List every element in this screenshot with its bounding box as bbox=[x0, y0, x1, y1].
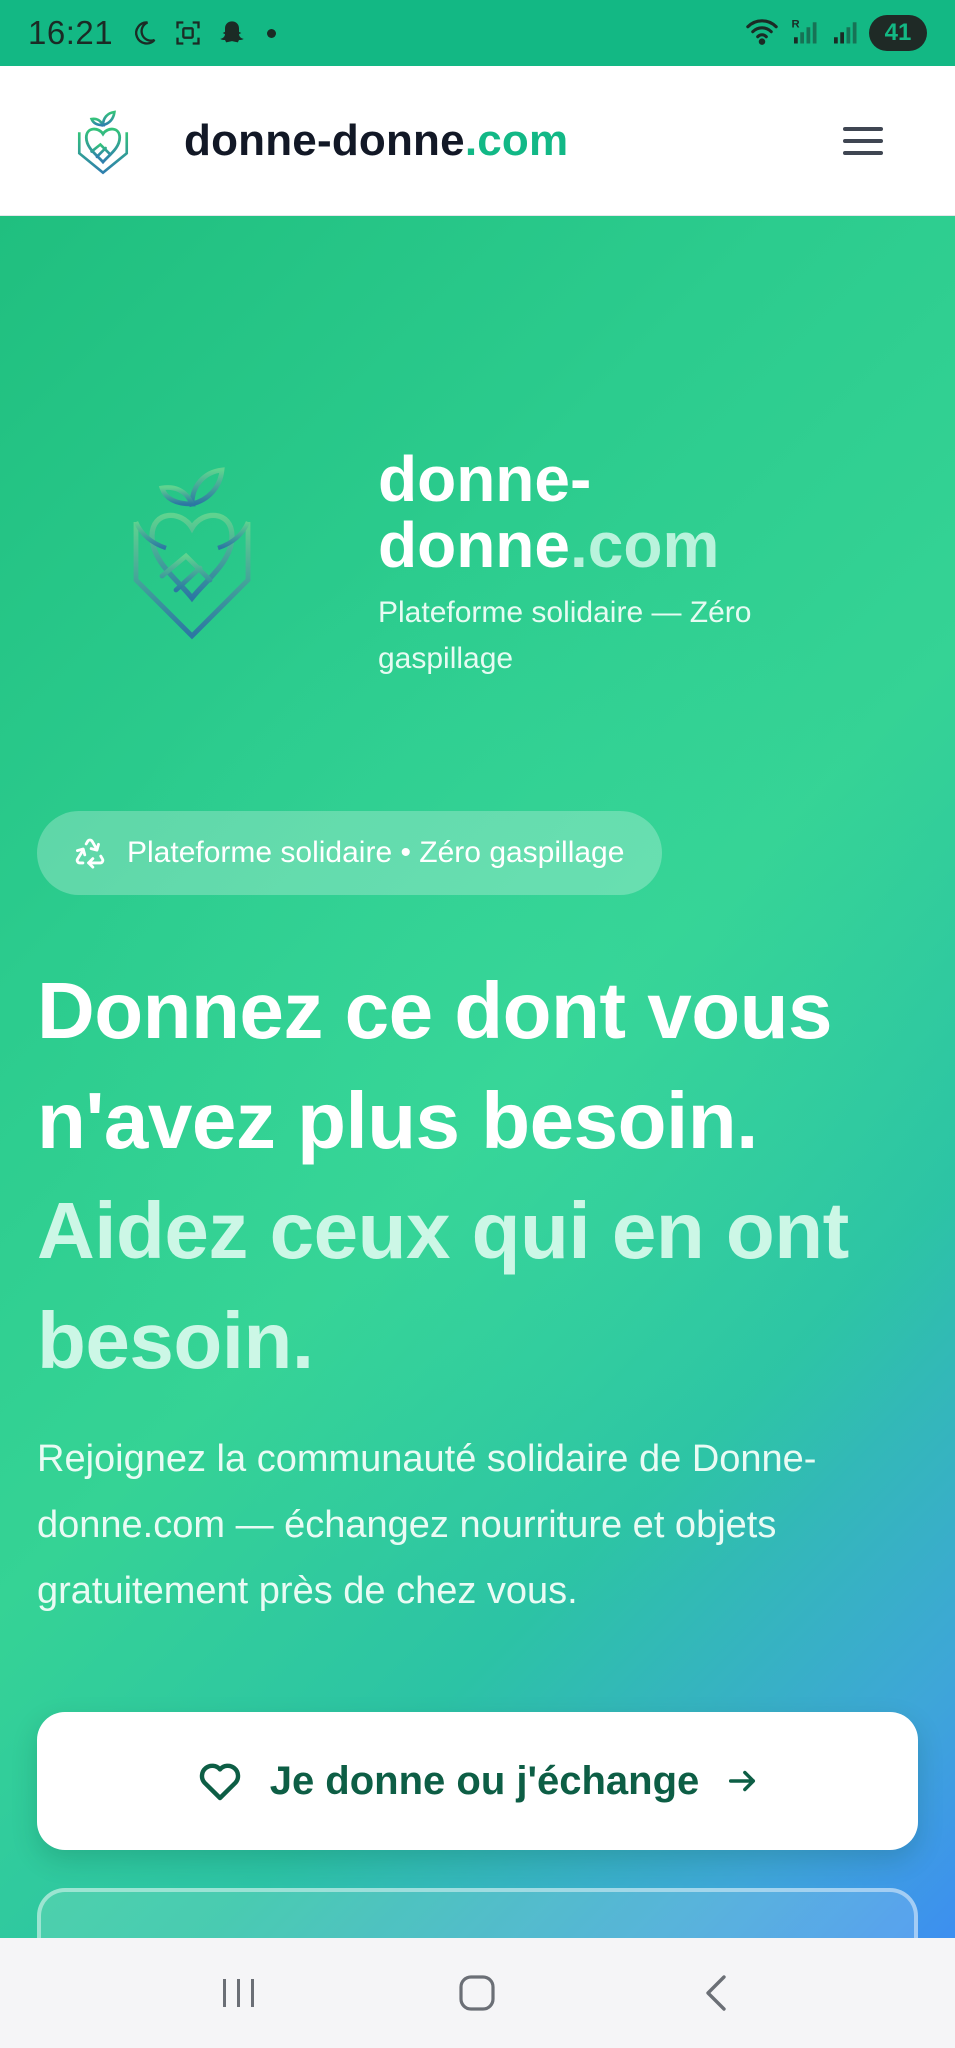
hero-brand-subtitle: Plateforme solidaire — Zéro gaspillage bbox=[378, 596, 752, 675]
recent-apps-icon[interactable] bbox=[199, 1953, 279, 2033]
status-right-icons: R 41 bbox=[745, 15, 927, 51]
tagline-pill: Plateforme solidaire • Zéro gaspillage bbox=[37, 811, 663, 895]
hero-headline: Donnez ce dont vous n'avez plus besoin. … bbox=[37, 956, 937, 1396]
status-time: 16:21 bbox=[28, 14, 114, 51]
recycle-icon bbox=[75, 838, 105, 869]
hero-logo-icon bbox=[133, 467, 251, 640]
screenshot-icon bbox=[173, 18, 203, 48]
hero-lead: Rejoignez la communauté solidaire de Don… bbox=[37, 1438, 817, 1612]
svg-text:R: R bbox=[792, 18, 800, 30]
status-left-icons bbox=[129, 18, 277, 48]
hero-brand-text: donne- donne.com Plateforme solidaire — … bbox=[378, 446, 878, 682]
cta-label: Je donne ou j'échange bbox=[269, 1758, 700, 1803]
arrow-right-icon bbox=[729, 1770, 756, 1792]
battery-icon: 41 bbox=[869, 15, 927, 51]
brand-name-main: donne-donne bbox=[184, 115, 465, 165]
hero-brand-block: donne- donne.com Plateforme solidaire — … bbox=[0, 446, 955, 706]
tagline-text: Plateforme solidaire • Zéro gaspillage bbox=[127, 836, 625, 869]
snapchat-icon bbox=[217, 18, 247, 48]
app-header: donne-donne.com bbox=[0, 66, 955, 216]
hero-brand-title: donne- donne.com bbox=[378, 446, 878, 578]
headline-line1: Donnez ce dont vous n'avez plus besoin. bbox=[37, 966, 833, 1165]
signal-icon bbox=[829, 16, 859, 51]
brand-name-accent: .com bbox=[464, 115, 569, 165]
moon-icon bbox=[129, 18, 159, 48]
back-icon[interactable] bbox=[676, 1953, 756, 2033]
home-icon[interactable] bbox=[437, 1953, 517, 2033]
notification-dot bbox=[267, 28, 277, 38]
hamburger-menu-icon[interactable] bbox=[841, 123, 885, 159]
menu-line bbox=[843, 126, 883, 131]
system-nav-bar bbox=[0, 1938, 955, 2048]
logo-icon[interactable] bbox=[74, 105, 132, 177]
hero-brand-line1: donne- bbox=[378, 443, 592, 515]
screen: 16:21 R 41 donne-donne.com donne- donne.… bbox=[0, 0, 955, 2048]
status-bar: 16:21 R 41 bbox=[0, 0, 955, 66]
secondary-button[interactable] bbox=[37, 1888, 918, 1938]
menu-line bbox=[843, 138, 883, 143]
hero-section: donne- donne.com Plateforme solidaire — … bbox=[0, 216, 955, 1938]
menu-line bbox=[843, 150, 883, 155]
headline-line2: Aidez ceux qui en ont besoin. bbox=[37, 1186, 849, 1385]
heart-icon bbox=[199, 1763, 240, 1801]
wifi-icon bbox=[745, 16, 779, 51]
brand-name[interactable]: donne-donne.com bbox=[184, 116, 568, 166]
give-or-exchange-button[interactable]: Je donne ou j'échange bbox=[37, 1712, 918, 1850]
signal-roaming-icon: R bbox=[789, 16, 819, 51]
hero-brand-line2-main: donne bbox=[378, 509, 570, 581]
hero-brand-line2-accent: .com bbox=[569, 509, 720, 581]
